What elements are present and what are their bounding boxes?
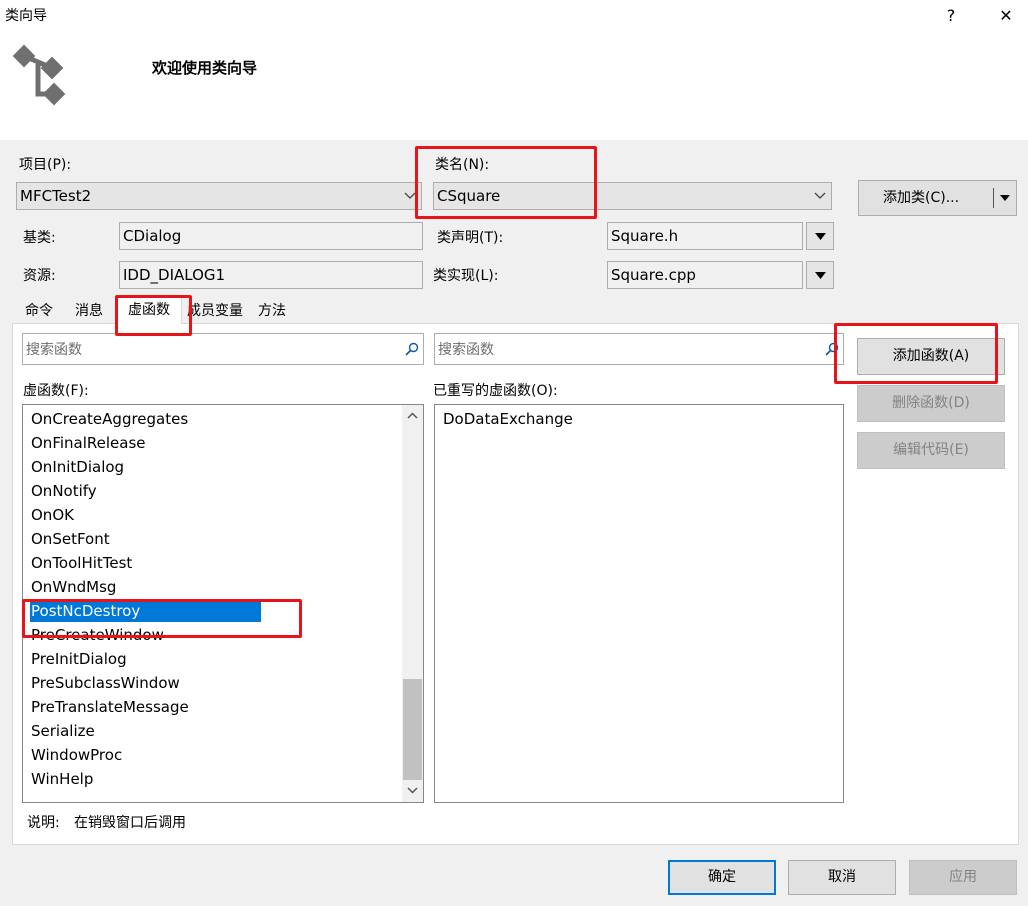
help-button[interactable]: ? <box>944 6 958 26</box>
class-decl-label: 类声明(T): <box>437 230 504 246</box>
delete-function-button[interactable]: 删除函数(D) <box>857 385 1005 422</box>
class-impl-dropdown[interactable] <box>806 261 834 289</box>
annotation-virtual-tab <box>115 295 192 336</box>
list-item[interactable]: OnInitDialog <box>30 456 128 478</box>
base-class-label: 基类: <box>23 230 56 246</box>
description-text: 在销毁窗口后调用 <box>74 815 186 831</box>
search-icon <box>405 342 419 356</box>
edit-code-button[interactable]: 编辑代码(E) <box>857 432 1005 469</box>
base-class-field: CDialog <box>119 222 423 250</box>
chevron-up-icon[interactable] <box>407 412 418 419</box>
class-impl-label: 类实现(L): <box>433 268 499 284</box>
project-label: 项目(P): <box>19 157 72 173</box>
chevron-down-icon <box>815 272 826 279</box>
list-item[interactable]: WinHelp <box>30 768 97 790</box>
list-item[interactable]: OnSetFont <box>30 528 114 550</box>
scrollbar[interactable] <box>402 405 423 802</box>
virtual-function-search[interactable]: 搜索函数 <box>22 333 424 365</box>
list-item[interactable]: OnWndMsg <box>30 576 120 598</box>
list-item[interactable]: WindowProc <box>30 744 126 766</box>
list-item[interactable]: OnNotify <box>30 480 101 502</box>
annotation-add-function <box>834 323 998 384</box>
list-item[interactable]: PreInitDialog <box>30 648 131 670</box>
chevron-down-icon <box>814 192 826 199</box>
tab-commands[interactable]: 命令 <box>14 298 64 324</box>
tab-messages[interactable]: 消息 <box>66 298 112 324</box>
title-bar: 类向导 ? ✕ <box>0 0 1028 32</box>
chevron-down-icon <box>815 233 826 240</box>
resource-label: 资源: <box>23 268 56 284</box>
overridden-function-search[interactable]: 搜索函数 <box>434 333 844 365</box>
annotation-class-name <box>415 146 597 219</box>
class-wizard-icon <box>4 42 70 108</box>
scrollbar-thumb[interactable] <box>403 679 422 780</box>
split-divider <box>993 188 994 208</box>
list-item[interactable]: OnToolHitTest <box>30 552 136 574</box>
cancel-button[interactable]: 取消 <box>788 860 896 895</box>
ok-button[interactable]: 确定 <box>668 860 776 895</box>
search-placeholder: 搜索函数 <box>26 342 82 358</box>
list-item[interactable]: PreSubclassWindow <box>30 672 184 694</box>
overridden-functions-label: 已重写的虚函数(O): <box>433 383 558 399</box>
virtual-functions-label: 虚函数(F): <box>23 383 89 399</box>
list-item[interactable]: OnCreateAggregates <box>30 408 192 430</box>
class-impl-field[interactable]: Square.cpp <box>607 261 803 289</box>
apply-button[interactable]: 应用 <box>909 860 1017 895</box>
window-title: 类向导 <box>5 8 47 24</box>
chevron-down-icon[interactable] <box>407 787 418 794</box>
add-class-label: 添加类(C)... <box>883 190 960 206</box>
list-item[interactable]: OnOK <box>30 504 78 526</box>
description-label: 说明: <box>27 815 60 831</box>
chevron-down-icon[interactable] <box>1000 195 1010 201</box>
project-value: MFCTest2 <box>20 187 92 205</box>
class-decl-field[interactable]: Square.h <box>607 222 803 250</box>
class-decl-dropdown[interactable] <box>806 222 834 250</box>
project-combo[interactable]: MFCTest2 <box>16 182 422 210</box>
resource-field: IDD_DIALOG1 <box>119 261 423 289</box>
tab-methods[interactable]: 方法 <box>250 298 294 324</box>
overridden-functions-list[interactable]: DoDataExchange <box>434 404 844 803</box>
annotation-selected-function <box>22 599 302 638</box>
list-item[interactable]: Serialize <box>30 720 99 742</box>
list-item[interactable]: DoDataExchange <box>442 408 577 430</box>
search-placeholder: 搜索函数 <box>438 342 494 358</box>
list-item[interactable]: OnFinalRelease <box>30 432 150 454</box>
list-item[interactable]: PreTranslateMessage <box>30 696 193 718</box>
add-class-button[interactable]: 添加类(C)... <box>858 180 1017 216</box>
welcome-text: 欢迎使用类向导 <box>152 59 258 77</box>
close-button[interactable]: ✕ <box>996 6 1016 26</box>
